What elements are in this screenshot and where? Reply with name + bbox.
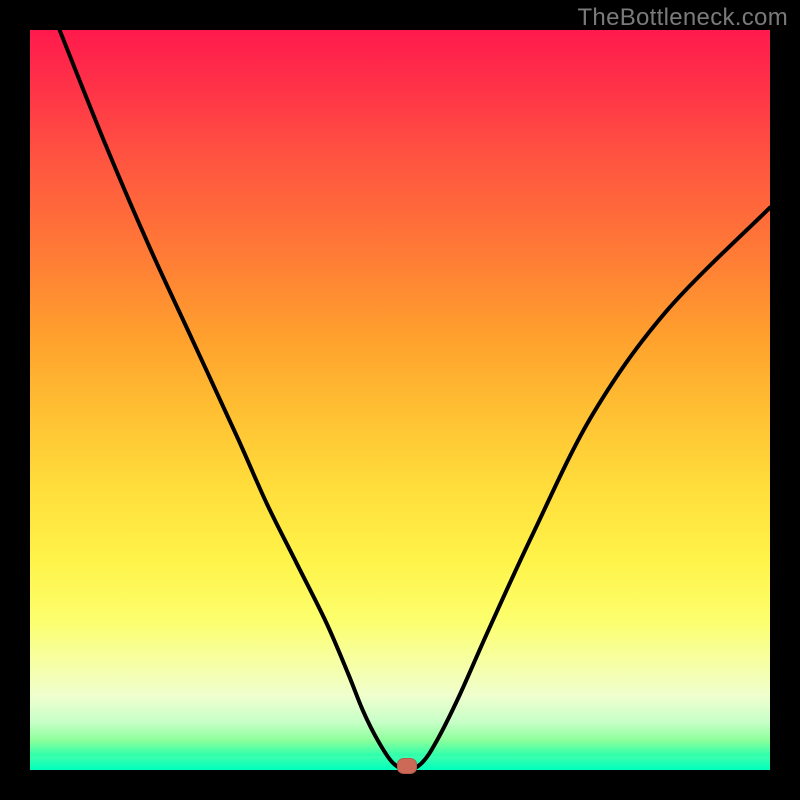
bottleneck-curve [30,30,770,770]
watermark-text: TheBottleneck.com [577,4,788,32]
curve-path [60,30,770,770]
plot-area [30,30,770,770]
chart-frame: TheBottleneck.com [0,0,800,800]
optimal-marker [397,758,417,774]
